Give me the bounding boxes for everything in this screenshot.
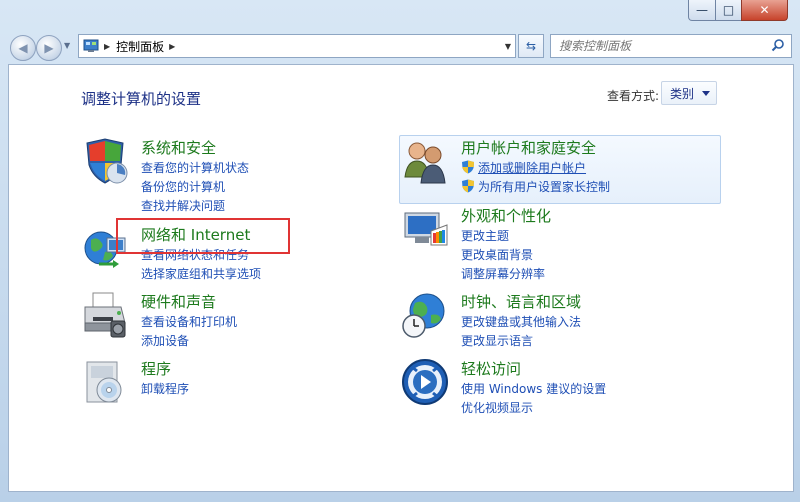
search-input[interactable]: [557, 38, 761, 54]
recent-pages-dropdown-icon[interactable]: ▼: [64, 41, 70, 50]
ease-of-access-icon[interactable]: [401, 358, 449, 406]
address-dropdown-icon[interactable]: ▼: [505, 42, 511, 51]
link-change-keyboard[interactable]: 更改键盘或其他输入法: [461, 313, 581, 330]
forward-arrow-icon: ▶: [44, 41, 54, 55]
link-change-theme[interactable]: 更改主题: [461, 227, 509, 244]
printer-icon[interactable]: [81, 291, 129, 339]
programs-disc-icon[interactable]: [81, 358, 129, 406]
category-title[interactable]: 用户帐户和家庭安全: [461, 137, 596, 158]
page-title: 调整计算机的设置: [81, 90, 202, 108]
content-pane: 调整计算机的设置 查看方式: 类别 系统和安全 查看您的计算机状态 备份您的计算…: [8, 64, 794, 492]
close-button[interactable]: ✕: [741, 0, 788, 21]
appearance-icon[interactable]: [401, 205, 449, 253]
link-display-language[interactable]: 更改显示语言: [461, 332, 533, 349]
control-panel-icon: [83, 39, 99, 52]
refresh-button[interactable]: ⇆: [518, 34, 544, 58]
title-bar: — □ ✕: [0, 0, 800, 28]
breadcrumb-separator-icon[interactable]: ▶: [104, 42, 110, 51]
category-title[interactable]: 轻松访问: [461, 358, 521, 379]
uac-shield-icon: [462, 179, 474, 193]
window-frame: — □ ✕ ◀ ▶ ▼ ▶ 控制面板 ▶ ▼ ⇆ 搜索控制面板 调整计算机的设置…: [0, 0, 800, 502]
chevron-down-icon: [702, 91, 710, 96]
link-parental-controls[interactable]: 为所有用户设置家长控制: [461, 178, 610, 195]
search-icon[interactable]: [771, 38, 785, 52]
link-find-fix-problems[interactable]: 查找并解决问题: [141, 197, 225, 214]
breadcrumb-control-panel[interactable]: 控制面板: [116, 38, 164, 55]
link-view-computer-status[interactable]: 查看您的计算机状态: [141, 159, 249, 176]
forward-button[interactable]: ▶: [36, 35, 62, 61]
annotation-highlight-box: [116, 218, 290, 254]
link-add-device[interactable]: 添加设备: [141, 332, 189, 349]
navigation-bar: ◀ ▶ ▼ ▶ 控制面板 ▶ ▼ ⇆: [0, 28, 800, 64]
security-shield-icon[interactable]: [81, 137, 129, 185]
category-title[interactable]: 时钟、语言和区域: [461, 291, 581, 312]
view-by-value: 类别: [670, 86, 695, 101]
minimize-button[interactable]: —: [688, 0, 716, 21]
breadcrumb-separator-icon[interactable]: ▶: [169, 42, 175, 51]
link-screen-resolution[interactable]: 调整屏幕分辨率: [461, 265, 545, 282]
category-title[interactable]: 程序: [141, 358, 171, 379]
window-bottom-border: [0, 490, 800, 502]
address-bar[interactable]: ▶ 控制面板 ▶ ▼: [78, 34, 516, 58]
link-text: 添加或删除用户帐户: [478, 161, 587, 175]
users-icon[interactable]: [401, 137, 449, 185]
back-button[interactable]: ◀: [10, 35, 36, 61]
view-by-dropdown[interactable]: 类别: [661, 81, 717, 105]
link-homegroup-sharing[interactable]: 选择家庭组和共享选项: [141, 265, 261, 282]
back-arrow-icon: ◀: [18, 41, 28, 55]
category-title[interactable]: 系统和安全: [141, 137, 216, 158]
link-add-remove-accounts[interactable]: 添加或删除用户帐户: [461, 159, 586, 176]
search-box[interactable]: [550, 34, 792, 58]
category-title[interactable]: 外观和个性化: [461, 205, 551, 226]
view-by-label: 查看方式:: [607, 89, 660, 103]
maximize-button[interactable]: □: [715, 0, 742, 21]
link-windows-recommended[interactable]: 使用 Windows 建议的设置: [461, 380, 606, 397]
category-title[interactable]: 硬件和声音: [141, 291, 216, 312]
link-desktop-background[interactable]: 更改桌面背景: [461, 246, 533, 263]
link-uninstall-program[interactable]: 卸载程序: [141, 380, 189, 397]
link-devices-printers[interactable]: 查看设备和打印机: [141, 313, 237, 330]
link-backup-computer[interactable]: 备份您的计算机: [141, 178, 225, 195]
uac-shield-icon: [462, 160, 474, 174]
link-text: 为所有用户设置家长控制: [478, 180, 611, 194]
clock-globe-icon[interactable]: [401, 291, 449, 339]
link-optimize-video[interactable]: 优化视频显示: [461, 399, 533, 416]
refresh-icon: ⇆: [525, 39, 537, 53]
